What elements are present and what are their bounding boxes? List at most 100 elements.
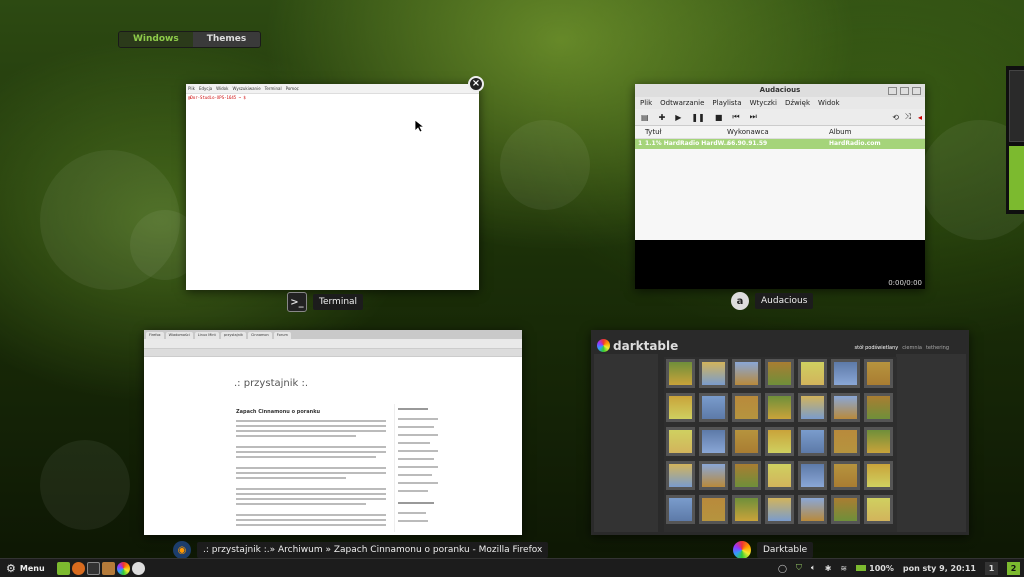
firefox-launcher-icon[interactable] xyxy=(71,561,85,575)
menu-item[interactable]: Wyszukiwanie xyxy=(232,86,260,91)
photo-thumbnail[interactable] xyxy=(798,427,827,456)
photo-thumbnail[interactable] xyxy=(798,393,827,422)
photo-thumbnail[interactable] xyxy=(732,495,761,524)
photo-thumbnail[interactable] xyxy=(864,495,893,524)
repeat-icon[interactable]: ⟲ xyxy=(892,113,899,122)
terminal-launcher-icon[interactable] xyxy=(86,561,100,575)
photo-thumbnail[interactable] xyxy=(864,461,893,490)
photo-thumbnail[interactable] xyxy=(699,461,728,490)
photo-thumbnail[interactable] xyxy=(864,393,893,422)
photo-thumbnail[interactable] xyxy=(699,495,728,524)
terminal-window-thumbnail[interactable]: Plik Edycja Widok Wyszukiwanie Terminal … xyxy=(186,84,479,290)
maximize-button[interactable] xyxy=(900,87,909,95)
photo-thumbnail[interactable] xyxy=(732,461,761,490)
view-lighttable[interactable]: stół podświetlany xyxy=(855,345,899,351)
photo-thumbnail[interactable] xyxy=(666,461,695,490)
menu-item[interactable]: Pomoc xyxy=(286,86,299,91)
previous-icon[interactable]: ⏮ xyxy=(732,112,739,122)
photo-thumbnail[interactable] xyxy=(699,427,728,456)
play-icon[interactable]: ▶ xyxy=(675,113,681,122)
photo-thumbnail[interactable] xyxy=(732,427,761,456)
add-icon[interactable]: ✚ xyxy=(659,113,666,122)
shuffle-icon[interactable]: ⤨ xyxy=(905,112,911,122)
photo-thumbnail[interactable] xyxy=(765,359,794,388)
notification-icon[interactable]: ◯ xyxy=(778,564,787,573)
workspace-1-button[interactable]: 1 xyxy=(985,561,998,575)
photo-thumbnail[interactable] xyxy=(732,359,761,388)
photo-thumbnail[interactable] xyxy=(699,359,728,388)
darktable-launcher-icon[interactable] xyxy=(116,561,130,575)
files-launcher-icon[interactable] xyxy=(101,561,115,575)
battery-icon[interactable] xyxy=(856,565,867,571)
volume-icon[interactable]: 🔈︎ xyxy=(811,563,816,573)
workspace-previews[interactable] xyxy=(1006,66,1024,214)
photo-thumbnail[interactable] xyxy=(666,495,695,524)
browser-tab[interactable]: Firefox xyxy=(146,332,164,339)
photo-thumbnail[interactable] xyxy=(765,427,794,456)
open-icon[interactable]: ▤ xyxy=(641,113,649,122)
update-shield-icon[interactable]: ⛉ xyxy=(796,563,802,573)
photo-thumbnail[interactable] xyxy=(831,393,860,422)
close-button[interactable] xyxy=(912,87,921,95)
show-desktop-icon[interactable] xyxy=(56,561,70,575)
close-window-button[interactable]: × xyxy=(468,76,484,92)
workspace-2-button[interactable]: 2 xyxy=(1007,561,1020,575)
column-title[interactable]: Tytuł xyxy=(645,128,662,136)
themes-tab[interactable]: Themes xyxy=(192,32,261,47)
photo-thumbnail[interactable] xyxy=(831,461,860,490)
photo-thumbnail[interactable] xyxy=(831,495,860,524)
photo-thumbnail[interactable] xyxy=(798,461,827,490)
playlist-row[interactable]: 1 1.1% HardRadio HardW... 66.90.91.59 Ha… xyxy=(635,139,925,149)
next-icon[interactable]: ⏭ xyxy=(750,112,757,122)
photo-thumbnail[interactable] xyxy=(831,427,860,456)
workspace-preview[interactable] xyxy=(1009,70,1024,142)
menu-item[interactable]: Odtwarzanie xyxy=(660,99,704,107)
clock[interactable]: pon sty 9, 20:11 xyxy=(903,564,976,573)
menu-item[interactable]: Terminal xyxy=(265,86,282,91)
photo-thumbnail[interactable] xyxy=(798,495,827,524)
photo-thumbnail[interactable] xyxy=(831,359,860,388)
view-tethering[interactable]: tethering xyxy=(926,345,949,351)
menu-item[interactable]: Plik xyxy=(188,86,195,91)
menu-button[interactable]: ⚙ Menu xyxy=(0,559,51,577)
menu-item[interactable]: Plik xyxy=(640,99,652,107)
browser-tab[interactable]: Cinnamon xyxy=(247,332,272,339)
audacious-launcher-icon[interactable] xyxy=(131,561,145,575)
firefox-window-thumbnail[interactable]: Firefox Wiadomości Linux Mint przystajni… xyxy=(144,330,522,535)
photo-thumbnail[interactable] xyxy=(732,393,761,422)
stop-icon[interactable]: ■ xyxy=(715,113,723,122)
photo-thumbnail[interactable] xyxy=(666,359,695,388)
photo-thumbnail[interactable] xyxy=(864,427,893,456)
browser-tab[interactable]: przystajnik xyxy=(220,332,246,339)
photo-thumbnail[interactable] xyxy=(666,427,695,456)
menu-item[interactable]: Widok xyxy=(818,99,840,107)
darktable-window-thumbnail[interactable]: darktable stół podświetlany ciemnia teth… xyxy=(591,330,969,535)
column-artist[interactable]: Wykonawca xyxy=(727,128,769,136)
minimize-button[interactable] xyxy=(888,87,897,95)
photo-thumbnail[interactable] xyxy=(864,359,893,388)
menu-item[interactable]: Playlista xyxy=(712,99,741,107)
menu-item[interactable]: Wtyczki xyxy=(750,99,777,107)
photo-thumbnail[interactable] xyxy=(699,393,728,422)
column-album[interactable]: Album xyxy=(829,128,851,136)
view-darkroom[interactable]: ciemnia xyxy=(902,345,922,351)
network-icon[interactable]: ≋ xyxy=(840,564,847,573)
photo-thumbnail[interactable] xyxy=(765,393,794,422)
photo-thumbnail[interactable] xyxy=(798,359,827,388)
windows-tab[interactable]: Windows xyxy=(119,32,193,47)
audacious-window-thumbnail[interactable]: Audacious Plik Odtwarzanie Playlista Wty… xyxy=(635,84,925,289)
photo-thumbnail[interactable] xyxy=(765,461,794,490)
address-bar[interactable] xyxy=(144,339,522,349)
workspace-preview[interactable] xyxy=(1009,146,1024,210)
bluetooth-icon[interactable]: ✱ xyxy=(825,564,832,573)
photo-thumbnail[interactable] xyxy=(666,393,695,422)
menu-item[interactable]: Edycja xyxy=(199,86,212,91)
volume-icon[interactable]: ◂ xyxy=(918,113,922,122)
photo-thumbnail[interactable] xyxy=(765,495,794,524)
menu-item[interactable]: Widok xyxy=(216,86,228,91)
menu-item[interactable]: Dźwięk xyxy=(785,99,810,107)
browser-tab[interactable]: Linux Mint xyxy=(194,332,219,339)
browser-tab[interactable]: Wiadomości xyxy=(165,332,193,339)
browser-tab[interactable]: Forum xyxy=(273,332,291,339)
pause-icon[interactable]: ❚❚ xyxy=(691,113,704,122)
